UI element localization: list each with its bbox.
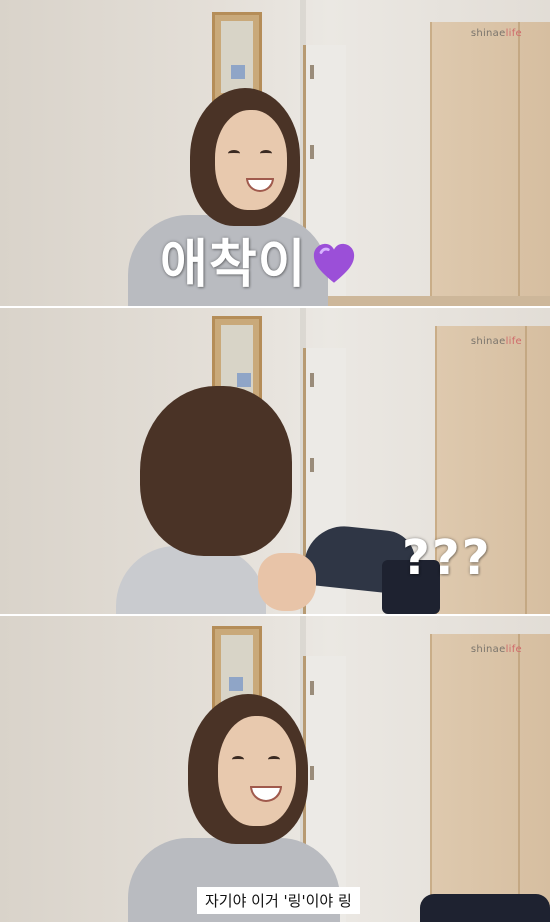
watermark-logo: shinaelife [470,644,522,655]
watermark-logo: shinaelife [470,336,522,347]
subtitle-caption: 자기야 이거 '링'이야 링 [197,887,360,914]
cabinet [430,634,550,922]
frame-1: shinaelife 애착이 [0,0,550,306]
watermark-logo: shinaelife [470,28,522,39]
purple-heart-icon [313,243,354,283]
floor [320,296,550,306]
photo-collage: shinaelife 애착이 shinaelife ??? shinaelife… [0,0,550,922]
hands [258,553,316,611]
caption-overlay: 애착이 [160,222,357,297]
person-lying-on-floor [420,894,550,922]
frame-2: shinaelife ??? [0,308,550,614]
caption-overlay: ??? [402,530,492,586]
frame-3: shinaelife [0,616,550,922]
cabinet [430,22,550,306]
